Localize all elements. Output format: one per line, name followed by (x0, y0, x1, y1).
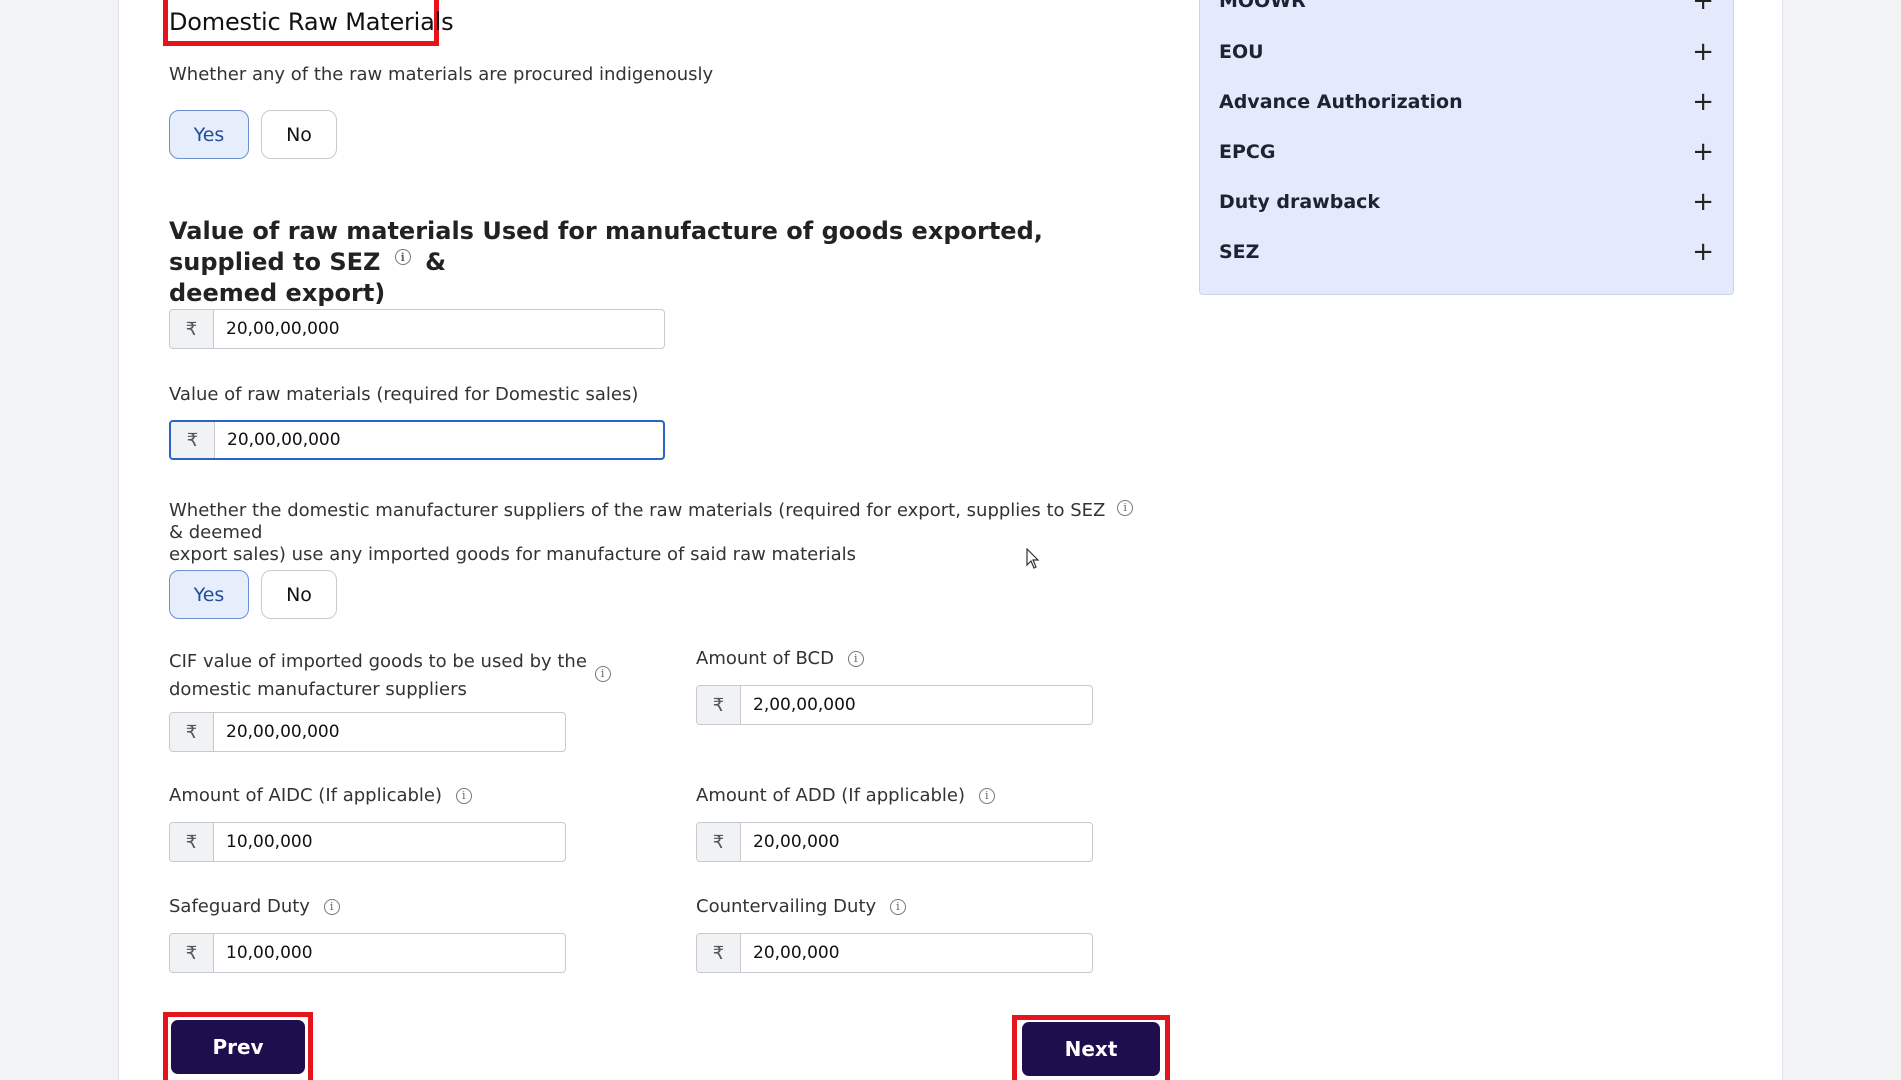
rupee-icon: ₹ (171, 422, 215, 458)
plus-icon[interactable]: + (1692, 137, 1714, 167)
info-icon[interactable]: i (455, 788, 472, 804)
rupee-icon: ₹ (697, 934, 741, 972)
info-icon[interactable]: i (323, 899, 340, 915)
add-label-text: Amount of ADD (If applicable) (696, 785, 966, 806)
bcd-value-field[interactable]: ₹ (696, 685, 1093, 725)
info-icon[interactable]: i (978, 788, 995, 804)
sidebar-item-sez[interactable]: SEZ + (1219, 237, 1714, 267)
sidebar-item-label: SEZ (1219, 241, 1260, 263)
safeguard-label-text: Safeguard Duty (169, 896, 310, 917)
imported-yes-button[interactable]: Yes (169, 570, 249, 619)
countervailing-label-text: Countervailing Duty (696, 896, 877, 917)
sidebar-item-epcg[interactable]: EPCG + (1219, 137, 1714, 167)
question-imported-goods: Whether the domestic manufacturer suppli… (169, 500, 1149, 566)
domestic-value-input[interactable] (215, 422, 663, 458)
countervailing-value-field[interactable]: ₹ (696, 933, 1093, 973)
plus-icon[interactable]: + (1692, 37, 1714, 67)
info-icon[interactable]: i (847, 651, 864, 667)
aidc-value-input[interactable] (214, 823, 565, 861)
imported-no-button[interactable]: No (261, 570, 337, 619)
sidebar-item-label: MOOWR (1219, 0, 1306, 12)
info-icon[interactable]: i (889, 899, 906, 915)
add-value-field[interactable]: ₹ (696, 822, 1093, 862)
sidebar-item-label: EPCG (1219, 141, 1276, 163)
mouse-cursor-icon (1026, 548, 1040, 569)
scheme-sidebar: MOOWR + EOU + Advance Authorization + EP… (1199, 0, 1734, 295)
info-icon[interactable]: i (1117, 500, 1134, 516)
question2-suffix: & deemed (169, 522, 263, 543)
sidebar-item-label: Advance Authorization (1219, 91, 1463, 113)
safeguard-label: Safeguard Duty i (169, 896, 340, 918)
domestic-value-field[interactable]: ₹ (169, 420, 665, 460)
aidc-label: Amount of AIDC (If applicable) i (169, 785, 472, 807)
cif-value-field[interactable]: ₹ (169, 712, 566, 752)
sidebar-item-moowr[interactable]: MOOWR + (1219, 0, 1714, 16)
rupee-icon: ₹ (697, 686, 741, 724)
prev-button[interactable]: Prev (171, 1020, 305, 1074)
add-label: Amount of ADD (If applicable) i (696, 785, 995, 807)
bcd-label-text: Amount of BCD (696, 648, 834, 669)
question-indigenous: Whether any of the raw materials are pro… (169, 64, 714, 85)
sidebar-item-label: Duty drawback (1219, 191, 1381, 213)
cif-label-line2: domestic manufacturer suppliers (169, 679, 467, 700)
aidc-value-field[interactable]: ₹ (169, 822, 566, 862)
aidc-label-text: Amount of AIDC (If applicable) (169, 785, 443, 806)
rupee-icon: ₹ (697, 823, 741, 861)
cif-label: CIF value of imported goods to be used b… (169, 648, 611, 704)
rupee-icon: ₹ (170, 713, 214, 751)
sidebar-item-advance-authorization[interactable]: Advance Authorization + (1219, 87, 1714, 117)
indigenous-yes-button[interactable]: Yes (169, 110, 249, 159)
bcd-value-input[interactable] (741, 686, 1092, 724)
rupee-icon: ₹ (170, 823, 214, 861)
value-heading-line2: deemed export) (169, 279, 386, 307)
sidebar-item-duty-drawback[interactable]: Duty drawback + (1219, 187, 1714, 217)
info-icon[interactable]: i (594, 666, 611, 682)
cif-label-line1: CIF value of imported goods to be used b… (169, 651, 587, 672)
value-heading-suffix: & (425, 248, 447, 276)
countervailing-value-input[interactable] (741, 934, 1092, 972)
rupee-icon: ₹ (170, 310, 214, 348)
safeguard-value-field[interactable]: ₹ (169, 933, 566, 973)
domestic-sales-label: Value of raw materials (required for Dom… (169, 384, 639, 405)
question2-line2: export sales) use any imported goods for… (169, 544, 857, 565)
cif-value-input[interactable] (214, 713, 565, 751)
plus-icon[interactable]: + (1692, 0, 1714, 16)
rupee-icon: ₹ (170, 934, 214, 972)
safeguard-value-input[interactable] (214, 934, 565, 972)
main-page: Domestic Raw Materials Whether any of th… (118, 0, 1783, 1080)
section-title: Domestic Raw Materials (169, 8, 454, 36)
export-value-input[interactable] (214, 310, 664, 348)
bcd-label: Amount of BCD i (696, 648, 864, 670)
plus-icon[interactable]: + (1692, 187, 1714, 217)
indigenous-no-button[interactable]: No (261, 110, 337, 159)
plus-icon[interactable]: + (1692, 87, 1714, 117)
export-value-field[interactable]: ₹ (169, 309, 665, 349)
countervailing-label: Countervailing Duty i (696, 896, 906, 918)
sidebar-item-label: EOU (1219, 41, 1264, 63)
question2-line1: Whether the domestic manufacturer suppli… (169, 500, 1106, 521)
add-value-input[interactable] (741, 823, 1092, 861)
value-heading: Value of raw materials Used for manufact… (169, 216, 1109, 309)
value-heading-line1: Value of raw materials Used for manufact… (169, 217, 1043, 276)
plus-icon[interactable]: + (1692, 237, 1714, 267)
sidebar-item-eou[interactable]: EOU + (1219, 37, 1714, 67)
info-icon[interactable]: i (394, 249, 411, 265)
next-button[interactable]: Next (1022, 1022, 1160, 1076)
